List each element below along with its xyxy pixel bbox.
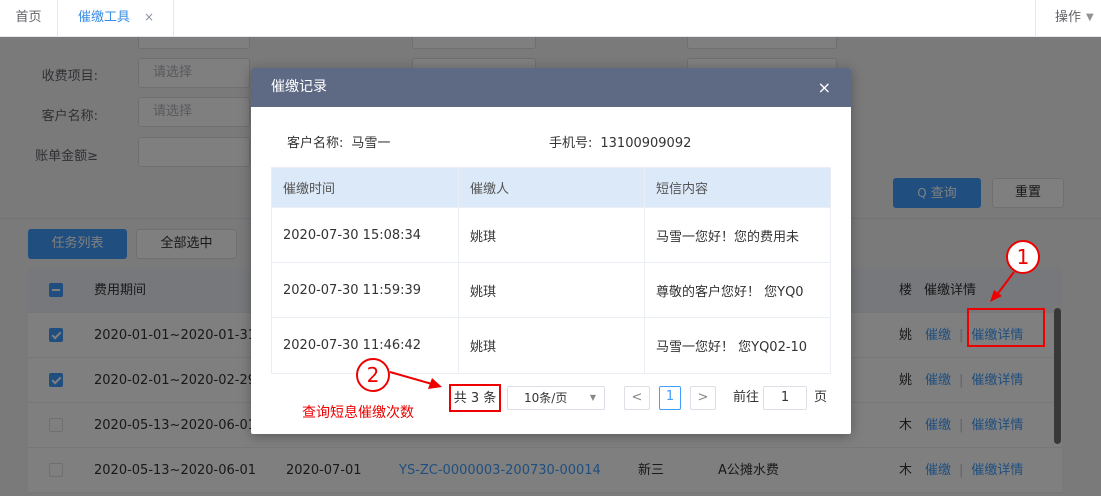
operations-menu-label: 操作	[1055, 10, 1082, 25]
page-unit-label: 页	[814, 390, 828, 405]
dialog-title: 催缴记录	[271, 79, 327, 95]
next-page-button[interactable]: >	[690, 386, 716, 410]
goto-page-input[interactable]: 1	[763, 386, 807, 410]
record-person: 姚琪	[459, 208, 645, 262]
record-time: 2020-07-30 11:59:39	[272, 263, 459, 317]
dialog-header: 催缴记录 ×	[251, 68, 851, 107]
records-table: 催缴时间 催缴人 短信内容 2020-07-30 15:08:34 姚琪 马雪一…	[271, 167, 831, 374]
customer-label: 客户名称:	[287, 136, 344, 151]
tab-bar: 首页 催缴工具 × 操作 ▼	[0, 0, 1101, 37]
col-header-person: 催缴人	[459, 168, 645, 207]
tab-collection-tool-label: 催缴工具	[78, 10, 131, 25]
record-sms: 马雪一您好！您的费用未	[656, 229, 800, 245]
col-header-time: 催缴时间	[272, 168, 459, 207]
record-person: 姚琪	[459, 318, 645, 373]
customer-info: 客户名称: 马雪一	[287, 132, 390, 151]
col-header-sms: 短信内容	[656, 182, 709, 197]
phone-value: 13100909092	[600, 136, 692, 151]
tab-close-icon[interactable]: ×	[144, 0, 154, 35]
page-size-select[interactable]: 10条/页 ▼	[507, 386, 605, 410]
record-sms: 马雪一您好！ 您YQ02-10	[656, 340, 808, 355]
chevron-down-icon: ▼	[1086, 12, 1094, 23]
pagination-total: 共 3 条	[449, 384, 501, 412]
close-icon[interactable]: ×	[818, 68, 831, 107]
chevron-down-icon: ▼	[589, 393, 596, 402]
phone-info: 手机号: 13100909092	[549, 132, 691, 151]
prev-page-button[interactable]: <	[624, 386, 650, 410]
customer-value: 马雪一	[351, 136, 391, 151]
record-sms: 尊敬的客户您好！ 您YQ0	[656, 284, 804, 300]
phone-label: 手机号:	[549, 136, 593, 151]
current-page-button[interactable]: 1	[659, 386, 681, 410]
operations-menu[interactable]: 操作 ▼	[1035, 0, 1101, 37]
annotation-note: 查询短息催缴次数	[302, 405, 414, 421]
collection-record-dialog: 催缴记录 × 客户名称: 马雪一 手机号: 13100909092 催缴时间 催缴人…	[251, 68, 851, 434]
tab-collection-tool[interactable]: 催缴工具 ×	[58, 0, 174, 37]
record-time: 2020-07-30 15:08:34	[272, 208, 459, 262]
annotation-arrow-2	[389, 371, 442, 389]
record-row: 2020-07-30 11:46:42 姚琪 马雪一您好！ 您YQ02-10	[272, 318, 830, 373]
records-header-row: 催缴时间 催缴人 短信内容	[272, 168, 830, 208]
record-row: 2020-07-30 11:59:39 姚琪 尊敬的客户您好！ 您YQ0	[272, 263, 830, 318]
record-person: 姚琪	[459, 263, 645, 317]
tab-home[interactable]: 首页	[0, 0, 58, 37]
page-size-value: 10条/页	[524, 391, 568, 405]
annotation-marker-2: 2	[356, 358, 390, 392]
annotation-highlight-detail	[967, 308, 1045, 347]
annotation-arrow-1	[990, 271, 1015, 302]
goto-label: 前往	[733, 390, 760, 405]
record-row: 2020-07-30 15:08:34 姚琪 马雪一您好！您的费用未	[272, 208, 830, 263]
